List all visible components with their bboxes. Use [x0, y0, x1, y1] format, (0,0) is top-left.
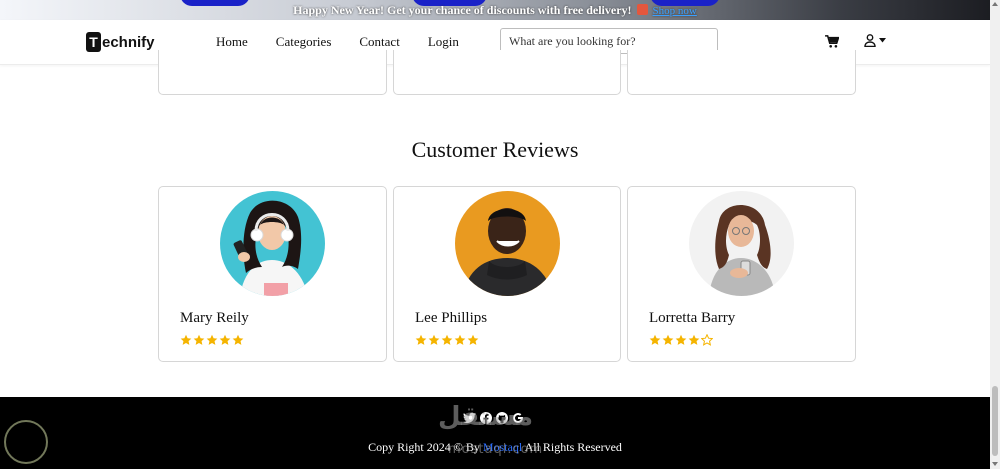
announcement-link[interactable]: Shop now	[653, 5, 697, 17]
product-card	[627, 50, 856, 95]
announcement-bar: Happy New Year! Get your chance of disco…	[0, 0, 990, 20]
star-filled-icon	[206, 333, 218, 351]
author-link[interactable]: Mostaql	[483, 440, 522, 454]
brand-logo[interactable]: T echnify	[86, 32, 155, 52]
announcement-text: Happy New Year! Get your chance of disco…	[293, 3, 632, 17]
logo-text: echnify	[102, 33, 155, 51]
product-card	[158, 50, 387, 95]
scroll-down-icon[interactable]	[992, 462, 998, 466]
review-card: Mary Reily	[158, 186, 387, 362]
scrollbar[interactable]	[990, 0, 1000, 469]
rating-stars	[180, 333, 244, 351]
user-menu[interactable]	[864, 34, 886, 47]
star-filled-icon	[180, 333, 192, 351]
nav-login[interactable]: Login	[428, 34, 459, 50]
avatar	[455, 191, 560, 296]
star-filled-icon	[441, 333, 453, 351]
star-filled-icon	[193, 333, 205, 351]
star-filled-icon	[428, 333, 440, 351]
copyright: Copy Right 2024 © By Mostaql All Rights …	[0, 440, 990, 455]
avatar	[220, 191, 325, 296]
nav-categories[interactable]: Categories	[276, 34, 332, 50]
star-filled-icon	[232, 333, 244, 351]
scroll-up-icon[interactable]	[992, 2, 998, 6]
product-card	[393, 50, 621, 95]
social-links	[463, 411, 524, 429]
reviewer-name: Lee Phillips	[415, 310, 488, 326]
star-filled-icon	[219, 333, 231, 351]
facebook-icon[interactable]	[480, 411, 492, 429]
copyright-prefix: Copy Right 2024 © By	[368, 440, 480, 454]
nav-links: Home Categories Contact Login	[216, 34, 487, 50]
star-filled-icon	[662, 333, 674, 351]
watermark-badge	[4, 420, 48, 464]
gift-icon	[636, 4, 648, 15]
logo-mark: T	[86, 32, 101, 52]
section-title: Customer Reviews	[411, 137, 579, 162]
google-icon[interactable]	[512, 411, 524, 429]
copyright-suffix: All Rights Reserved	[524, 440, 622, 454]
review-card: Lorretta Barry	[627, 186, 856, 362]
star-filled-icon	[415, 333, 427, 351]
github-icon[interactable]	[496, 411, 508, 429]
star-filled-icon	[649, 333, 661, 351]
caret-down-icon	[879, 38, 886, 43]
avatar	[689, 191, 794, 296]
reviewer-name: Mary Reily	[180, 310, 249, 326]
review-card: Lee Phillips	[393, 186, 621, 362]
reviewer-name: Lorretta Barry	[649, 310, 736, 326]
nav-contact[interactable]: Contact	[359, 34, 399, 50]
user-icon	[864, 34, 876, 47]
nav-home[interactable]: Home	[216, 34, 248, 50]
star-filled-icon	[454, 333, 466, 351]
announcement-message: Happy New Year! Get your chance of disco…	[0, 3, 990, 18]
scrollbar-thumb[interactable]	[992, 386, 998, 456]
rating-stars	[649, 333, 714, 351]
rating-stars	[415, 333, 479, 351]
star-filled-icon	[467, 333, 479, 351]
star-empty-icon	[700, 333, 714, 351]
star-filled-icon	[688, 333, 700, 351]
star-filled-icon	[675, 333, 687, 351]
footer: Copy Right 2024 © By Mostaql All Rights …	[0, 397, 990, 469]
twitter-icon[interactable]	[463, 411, 476, 429]
